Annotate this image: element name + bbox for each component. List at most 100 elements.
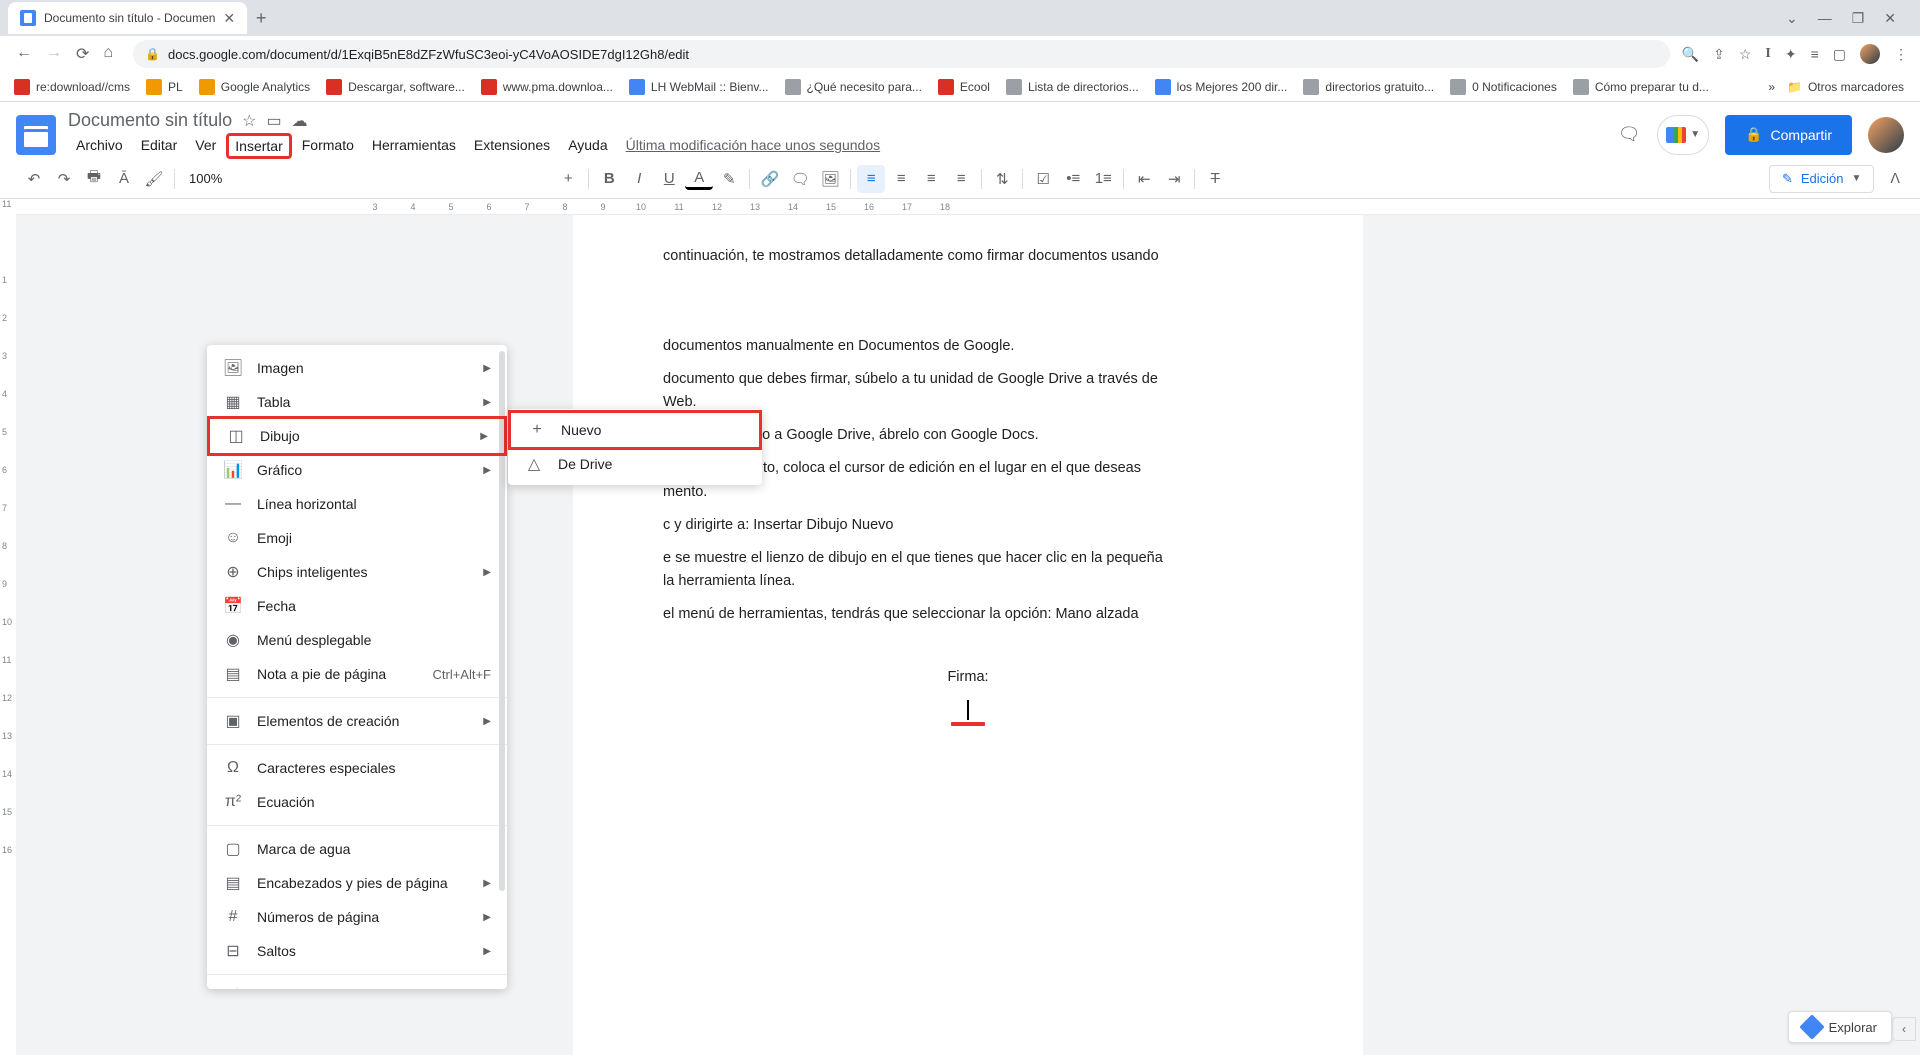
tab-close-icon[interactable]: ✕ bbox=[223, 10, 235, 27]
menu-item-desplegable[interactable]: ◉Menú desplegable bbox=[207, 623, 507, 657]
menu-item-numeros[interactable]: #Números de página▶ bbox=[207, 900, 507, 934]
comment-icon[interactable]: 🗨 bbox=[786, 165, 814, 193]
menu-item-chips[interactable]: ⊕Chips inteligentes▶ bbox=[207, 555, 507, 589]
bookmark-item[interactable]: los Mejores 200 dir... bbox=[1149, 75, 1294, 99]
menu-ver[interactable]: Ver bbox=[187, 133, 224, 159]
docs-logo-icon[interactable] bbox=[16, 115, 56, 155]
document-title[interactable]: Documento sin título bbox=[68, 110, 232, 131]
bookmark-item[interactable]: Lista de directorios... bbox=[1000, 75, 1145, 99]
indent-decrease-icon[interactable]: ⇤ bbox=[1130, 165, 1158, 193]
share-button[interactable]: 🔒 Compartir bbox=[1725, 115, 1852, 155]
browser-tab[interactable]: Documento sin título - Documen ✕ bbox=[8, 2, 247, 34]
menu-item-grafico[interactable]: 📊Gráfico▶ bbox=[207, 453, 507, 487]
menu-item-tabla[interactable]: ▦Tabla▶ bbox=[207, 385, 507, 419]
bookmark-item[interactable]: Google Analytics bbox=[193, 75, 316, 99]
menu-item-dibujo[interactable]: ◫Dibujo▶ bbox=[207, 416, 507, 456]
menu-item-enlace[interactable]: 🔗EnlaceCtrl+K bbox=[207, 981, 507, 989]
chevron-down-icon[interactable]: ⌄ bbox=[1786, 10, 1798, 27]
bookmark-item[interactable]: directorios gratuito... bbox=[1297, 75, 1440, 99]
reader-icon[interactable]: I bbox=[1765, 46, 1770, 62]
text-color-icon[interactable]: A bbox=[685, 168, 713, 190]
share-url-icon[interactable]: ⇪ bbox=[1713, 46, 1725, 63]
reload-icon[interactable]: ⟳ bbox=[76, 44, 89, 64]
align-justify-icon[interactable]: ≡ bbox=[947, 165, 975, 193]
new-tab-button[interactable]: + bbox=[247, 4, 275, 32]
menu-herramientas[interactable]: Herramientas bbox=[364, 133, 464, 159]
add-icon[interactable]: + bbox=[554, 165, 582, 193]
menu-item-fecha[interactable]: 📅Fecha bbox=[207, 589, 507, 623]
align-right-icon[interactable]: ≡ bbox=[917, 165, 945, 193]
star-doc-icon[interactable]: ☆ bbox=[242, 111, 256, 131]
submenu-item-de-drive[interactable]: △De Drive bbox=[508, 447, 762, 481]
menu-item-caracteres[interactable]: ΩCaracteres especiales bbox=[207, 751, 507, 785]
minimize-icon[interactable]: — bbox=[1818, 10, 1832, 27]
bookmark-item[interactable]: re:download//cms bbox=[8, 75, 136, 99]
edit-mode-select[interactable]: ✎ Edición ▼ bbox=[1769, 165, 1874, 193]
zoom-select[interactable]: 100% bbox=[181, 171, 230, 186]
redo-icon[interactable]: ↷ bbox=[50, 165, 78, 193]
maximize-icon[interactable]: ❐ bbox=[1852, 10, 1865, 27]
bookmark-item[interactable]: ¿Qué necesito para... bbox=[779, 75, 928, 99]
menu-ayuda[interactable]: Ayuda bbox=[560, 133, 615, 159]
paint-format-icon[interactable]: 🖌 bbox=[140, 165, 168, 193]
undo-icon[interactable]: ↶ bbox=[20, 165, 48, 193]
menu-item-elementos[interactable]: ▣Elementos de creación▶ bbox=[207, 704, 507, 738]
italic-icon[interactable]: I bbox=[625, 165, 653, 193]
indent-increase-icon[interactable]: ⇥ bbox=[1160, 165, 1188, 193]
bookmark-item[interactable]: Ecool bbox=[932, 75, 996, 99]
spellcheck-icon[interactable]: Ā bbox=[110, 165, 138, 193]
menu-item-ecuacion[interactable]: π²Ecuación bbox=[207, 785, 507, 819]
zoom-icon[interactable]: 🔍 bbox=[1682, 46, 1699, 63]
home-icon[interactable]: ⌂ bbox=[103, 44, 113, 64]
menu-item-linea[interactable]: —Línea horizontal bbox=[207, 487, 507, 521]
link-icon[interactable]: 🔗 bbox=[756, 165, 784, 193]
align-left-icon[interactable]: ≡ bbox=[857, 165, 885, 193]
menu-item-imagen[interactable]: 🖼Imagen▶ bbox=[207, 351, 507, 385]
cloud-status-icon[interactable]: ☁ bbox=[292, 111, 308, 131]
checklist-icon[interactable]: ☑ bbox=[1029, 165, 1057, 193]
tabs-icon[interactable]: ▢ bbox=[1833, 46, 1846, 63]
bold-icon[interactable]: B bbox=[595, 165, 623, 193]
forward-icon[interactable]: → bbox=[46, 44, 62, 64]
bookmark-item[interactable]: Cómo preparar tu d... bbox=[1567, 75, 1715, 99]
menu-item-encabezados[interactable]: ▤Encabezados y pies de página▶ bbox=[207, 866, 507, 900]
line-spacing-icon[interactable]: ⇅ bbox=[988, 165, 1016, 193]
extensions-icon[interactable]: ✦ bbox=[1785, 46, 1797, 63]
align-center-icon[interactable]: ≡ bbox=[887, 165, 915, 193]
menu-item-emoji[interactable]: ☺Emoji bbox=[207, 521, 507, 555]
highlight-icon[interactable]: ✎ bbox=[715, 165, 743, 193]
menu-extensiones[interactable]: Extensiones bbox=[466, 133, 558, 159]
explore-button[interactable]: Explorar bbox=[1788, 1011, 1892, 1043]
url-field[interactable]: 🔒 docs.google.com/document/d/1ExqiB5nE8d… bbox=[133, 40, 1670, 68]
other-bookmarks-folder[interactable]: 📁Otros marcadores bbox=[1779, 76, 1912, 98]
print-icon[interactable]: 🖶 bbox=[80, 165, 108, 193]
bookmark-item[interactable]: PL bbox=[140, 75, 189, 99]
image-icon[interactable]: 🖼 bbox=[816, 165, 844, 193]
menu-item-nota[interactable]: ▤Nota a pie de páginaCtrl+Alt+F bbox=[207, 657, 507, 691]
clear-format-icon[interactable]: T bbox=[1201, 165, 1229, 193]
user-avatar[interactable] bbox=[1868, 117, 1904, 153]
menu-item-marca[interactable]: ▢Marca de agua bbox=[207, 832, 507, 866]
star-icon[interactable]: ☆ bbox=[1739, 46, 1752, 63]
submenu-item-nuevo[interactable]: +Nuevo bbox=[508, 410, 762, 450]
menu-archivo[interactable]: Archivo bbox=[68, 133, 131, 159]
menu-editar[interactable]: Editar bbox=[133, 133, 186, 159]
back-icon[interactable]: ← bbox=[16, 44, 32, 64]
last-modified-link[interactable]: Última modificación hace unos segundos bbox=[626, 133, 880, 159]
move-doc-icon[interactable]: ▭ bbox=[266, 111, 281, 131]
bookmark-item[interactable]: 0 Notificaciones bbox=[1444, 75, 1563, 99]
close-window-icon[interactable]: ✕ bbox=[1884, 10, 1896, 27]
bookmark-item[interactable]: LH WebMail :: Bienv... bbox=[623, 75, 775, 99]
numbered-list-icon[interactable]: 1≡ bbox=[1089, 165, 1117, 193]
side-panel-toggle[interactable]: ‹ bbox=[1892, 1017, 1916, 1041]
collapse-toolbar-icon[interactable]: ᐱ bbox=[1890, 170, 1900, 187]
menu-item-saltos[interactable]: ⊟Saltos▶ bbox=[207, 934, 507, 968]
profile-avatar-icon[interactable] bbox=[1860, 44, 1880, 64]
bookmark-item[interactable]: Descargar, software... bbox=[320, 75, 471, 99]
underline-icon[interactable]: U bbox=[655, 165, 683, 193]
meet-button[interactable]: ▼ bbox=[1657, 115, 1709, 155]
menu-formato[interactable]: Formato bbox=[294, 133, 362, 159]
comment-history-icon[interactable]: 🗨 bbox=[1617, 123, 1641, 147]
bookmarks-overflow-icon[interactable]: » bbox=[1768, 80, 1775, 94]
panel-icon[interactable]: ≡ bbox=[1811, 46, 1819, 62]
